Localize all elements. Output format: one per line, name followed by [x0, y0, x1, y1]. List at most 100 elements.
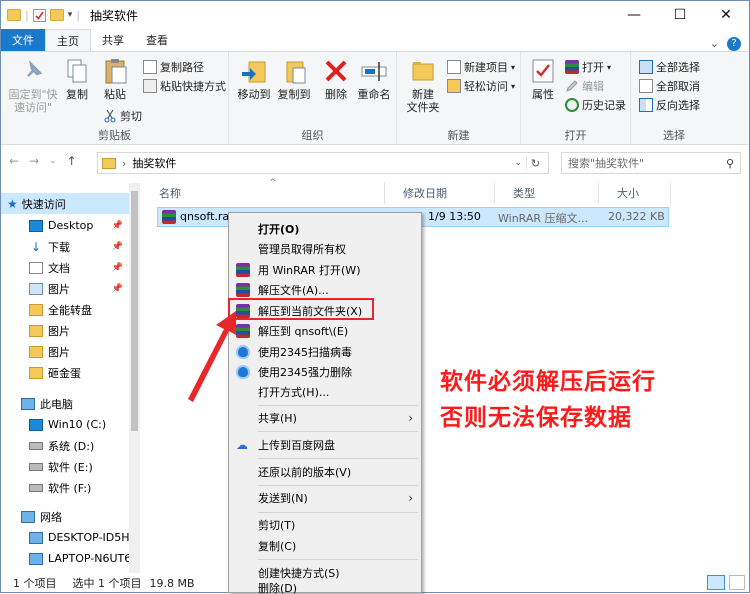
nav-folder[interactable]: 图片 — [1, 341, 129, 362]
copy-to-button[interactable]: 复制到 — [275, 56, 313, 101]
menu-item-open-with[interactable]: 打开方式(H)... — [229, 382, 421, 402]
menu-item-extract-to-folder[interactable]: 解压到 qnsoft\(E) — [229, 321, 421, 341]
rename-button[interactable]: 重命名 — [355, 56, 393, 101]
column-header-type[interactable]: 类型 — [495, 182, 599, 204]
menu-item-restore-versions[interactable]: 还原以前的版本(V) — [229, 462, 421, 482]
menu-item-create-shortcut[interactable]: 创建快捷方式(S) — [229, 563, 421, 583]
computer-icon — [21, 397, 35, 410]
nav-label: 下载 — [48, 240, 70, 254]
menu-label: 解压文件(A)... — [258, 284, 329, 297]
tab-file[interactable]: 文件 — [1, 29, 45, 51]
nav-label: 软件 (E:) — [48, 460, 93, 474]
nav-drive[interactable]: Win10 (C:) — [1, 414, 129, 435]
copy-button[interactable]: 复制 — [61, 56, 93, 101]
properties-check-icon[interactable] — [32, 8, 46, 22]
large-icons-view-icon[interactable] — [729, 575, 745, 590]
new-folder-button[interactable]: 新建 文件夹 — [403, 56, 443, 114]
column-header-name[interactable]: 名称 — [141, 182, 385, 204]
menu-item-cut[interactable]: 剪切(T) — [229, 515, 421, 535]
tab-view[interactable]: 查看 — [135, 29, 179, 51]
minimize-button[interactable]: — — [611, 1, 657, 29]
easy-access-button[interactable]: 轻松访问 ▾ — [447, 77, 515, 95]
nav-network-pc[interactable]: DESKTOP-ID5H — [1, 527, 129, 548]
details-view-icon[interactable] — [707, 575, 725, 590]
annotation-line-2: 否则无法保存数据 — [440, 405, 632, 431]
forward-arrow-icon[interactable]: → — [29, 154, 39, 168]
tab-home[interactable]: 主页 — [45, 29, 91, 51]
nav-drive[interactable]: 系统 (D:) — [1, 435, 129, 456]
edit-button[interactable]: 编辑 — [565, 77, 604, 95]
maximize-button[interactable]: ☐ — [657, 1, 703, 29]
menu-label: 创建快捷方式(S) — [258, 567, 340, 580]
computer-icon — [29, 552, 43, 565]
cloud-icon: ☁ — [236, 438, 248, 452]
new-folder-icon[interactable] — [49, 9, 64, 21]
address-toolbar: ← → ⌄ ↑ › 抽奖软件 ⌄ ↻ 搜索"抽奖软件" ⚲ — [1, 146, 749, 178]
copy-path-button[interactable]: 复制路径 — [143, 58, 204, 76]
menu-item-extract-files[interactable]: 解压文件(A)... — [229, 280, 421, 300]
menu-item-open-winrar[interactable]: 用 WinRAR 打开(W) — [229, 260, 421, 280]
nav-pictures[interactable]: 图片 📌 — [1, 278, 129, 299]
nav-downloads[interactable]: ↓ 下载 📌 — [1, 236, 129, 257]
pin-quick-access-button[interactable]: 固定到"快 速访问" — [7, 56, 59, 114]
paste-shortcut-label: 粘贴快捷方式 — [160, 80, 226, 93]
menu-item-send-to[interactable]: 发送到(N) › — [229, 488, 421, 508]
breadcrumb-chevron-icon[interactable]: › — [122, 157, 126, 170]
nav-drive[interactable]: 软件 (E:) — [1, 456, 129, 477]
column-header-date[interactable]: 修改日期 — [385, 182, 495, 204]
menu-item-baidu-upload[interactable]: ☁ 上传到百度网盘 — [229, 435, 421, 455]
breadcrumb[interactable]: 抽奖软件 — [132, 155, 176, 171]
collapse-ribbon-icon[interactable]: ⌄ — [710, 37, 719, 51]
chevron-down-icon: ▾ — [511, 81, 516, 91]
search-input[interactable]: 搜索"抽奖软件" ⚲ — [561, 152, 741, 174]
chevron-right-icon: › — [408, 411, 413, 425]
cut-button[interactable]: 剪切 — [103, 107, 142, 125]
menu-item-take-ownership[interactable]: 管理员取得所有权 — [229, 239, 421, 259]
nav-drive[interactable]: 软件 (F:) — [1, 477, 129, 498]
title-bar: | ▾ | 抽奖软件 — ☐ ✕ — [1, 1, 749, 29]
up-arrow-icon[interactable]: ↑ — [67, 154, 77, 168]
menu-item-open[interactable]: 打开(O) — [229, 219, 421, 239]
new-item-button[interactable]: 新建项目 ▾ — [447, 58, 515, 76]
recent-chevron-icon[interactable]: ⌄ — [49, 154, 57, 168]
nav-folder[interactable]: 砸金蛋 — [1, 362, 129, 383]
menu-item-2345-scan[interactable]: 使用2345扫描病毒 — [229, 342, 421, 362]
select-all-label: 全部选择 — [656, 61, 700, 74]
menu-label: 打开(O) — [258, 223, 300, 236]
scrollbar-thumb[interactable] — [131, 191, 138, 431]
address-dropdown-icon[interactable]: ⌄ — [514, 158, 522, 168]
open-button[interactable]: 打开 ▾ — [565, 58, 611, 76]
nav-this-pc[interactable]: 此电脑 — [1, 393, 129, 414]
customize-dropdown-icon[interactable]: ▾ — [68, 10, 73, 20]
address-bar[interactable]: › 抽奖软件 ⌄ ↻ — [97, 152, 549, 174]
menu-item-2345-delete[interactable]: 使用2345强力删除 — [229, 362, 421, 382]
menu-item-copy[interactable]: 复制(C) — [229, 536, 421, 556]
nav-network-pc[interactable]: LAPTOP-N6UT6 — [1, 548, 129, 569]
nav-quick-access[interactable]: ★ 快速访问 — [1, 193, 129, 214]
back-arrow-icon[interactable]: ← — [9, 154, 19, 168]
nav-network[interactable]: 网络 — [1, 506, 129, 527]
menu-item-delete[interactable]: 删除(D) — [229, 582, 421, 594]
refresh-icon[interactable]: ↻ — [526, 156, 544, 170]
menu-item-share[interactable]: 共享(H) › — [229, 408, 421, 428]
delete-button[interactable]: 删除 — [321, 56, 351, 101]
move-to-button[interactable]: 移动到 — [235, 56, 273, 101]
nav-scrollbar[interactable] — [129, 183, 140, 573]
paste-button[interactable]: 粘贴 — [97, 56, 133, 101]
invert-selection-button[interactable]: 反向选择 — [639, 96, 700, 114]
search-icon[interactable]: ⚲ — [726, 157, 734, 170]
nav-documents[interactable]: 文档 📌 — [1, 257, 129, 278]
column-header-size[interactable]: 大小 — [599, 182, 671, 204]
paste-shortcut-button[interactable]: 粘贴快捷方式 — [143, 77, 226, 95]
nav-desktop[interactable]: Desktop 📌 — [1, 215, 129, 236]
history-button[interactable]: 历史记录 — [565, 96, 626, 114]
properties-label: 属性 — [532, 88, 554, 101]
tab-share[interactable]: 共享 — [91, 29, 135, 51]
help-icon[interactable]: ? — [727, 37, 741, 51]
properties-button[interactable]: 属性 — [527, 56, 559, 101]
nav-folder[interactable]: 图片 — [1, 320, 129, 341]
close-button[interactable]: ✕ — [703, 1, 749, 29]
select-all-button[interactable]: 全部选择 — [639, 58, 700, 76]
select-none-button[interactable]: 全部取消 — [639, 77, 700, 95]
nav-folder[interactable]: 全能转盘 — [1, 299, 129, 320]
